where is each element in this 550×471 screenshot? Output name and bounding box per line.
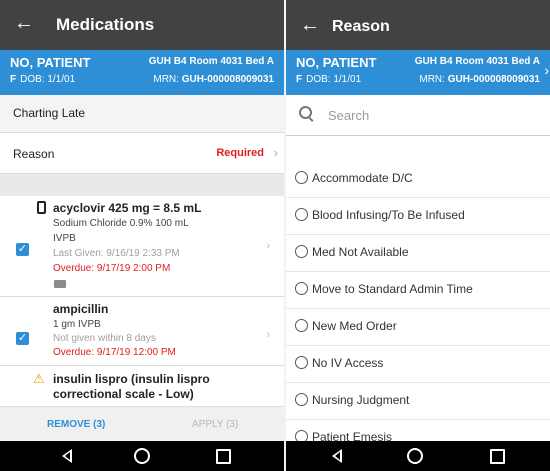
checkbox-checked-icon[interactable]: ✓	[16, 332, 29, 345]
med-overdue: Overdue: 9/17/19 12:00 PM	[53, 347, 176, 358]
patient-dob: F DOB: 1/1/01	[10, 74, 75, 85]
chevron-right-icon: ›	[266, 240, 270, 252]
mrn-value: GUH-000008009031	[181, 74, 274, 85]
action-bar: REMOVE (3) APPLY (3)	[0, 406, 284, 442]
radio-icon[interactable]	[295, 282, 308, 295]
med-name-cont: correctional scale - Low)	[53, 387, 194, 401]
reason-option[interactable]: No IV Access	[286, 346, 550, 383]
radio-icon[interactable]	[295, 356, 308, 369]
radio-icon[interactable]	[295, 245, 308, 258]
section-divider	[0, 174, 284, 196]
radio-icon[interactable]	[295, 319, 308, 332]
med-dose: 1 gm IVPB	[53, 319, 101, 330]
patient-name: NO, PATIENT	[10, 55, 91, 70]
page-title: Reason	[332, 18, 390, 35]
patient-sex: F	[10, 74, 17, 85]
patient-room: GUH B4 Room 4031 Bed A	[148, 56, 274, 67]
chevron-right-icon: ›	[266, 329, 270, 341]
reason-option[interactable]: Nursing Judgment	[286, 383, 550, 420]
med-detail: Sodium Chloride 0.9% 100 mL	[53, 218, 189, 229]
system-nav-bar	[286, 441, 550, 471]
search-input[interactable]	[326, 103, 530, 127]
patient-name: NO, PATIENT	[296, 55, 377, 70]
page-title: Medications	[56, 15, 155, 34]
mrn-label: MRN:	[419, 74, 445, 85]
nav-home-icon[interactable]	[134, 448, 150, 464]
med-last-given: Not given within 8 days	[53, 333, 156, 344]
reason-option[interactable]: Med Not Available	[286, 235, 550, 272]
mrn-label: MRN:	[153, 74, 179, 85]
patient-banner[interactable]: NO, PATIENT F DOB: 1/1/01 GUH B4 Room 403…	[0, 50, 284, 95]
search-bar	[286, 95, 550, 136]
radio-icon[interactable]	[295, 208, 308, 221]
search-icon	[299, 106, 312, 119]
back-arrow-icon[interactable]: ←	[300, 15, 320, 35]
system-nav-bar	[0, 441, 284, 471]
reason-option[interactable]: Move to Standard Admin Time	[286, 272, 550, 309]
checkbox-checked-icon[interactable]: ✓	[16, 243, 29, 256]
med-name: acyclovir 425 mg = 8.5 mL	[53, 201, 202, 215]
nav-back-icon[interactable]	[62, 449, 72, 463]
patient-mrn: MRN: GUH-000008009031	[153, 74, 274, 85]
required-badge: Required	[216, 147, 264, 159]
med-last-given: Last Given: 9/16/19 2:33 PM	[53, 248, 180, 259]
patient-dob: F DOB: 1/1/01	[296, 74, 361, 85]
warning-icon: ⚠	[33, 371, 45, 386]
comment-icon[interactable]	[54, 280, 66, 288]
nav-back-icon[interactable]	[332, 449, 342, 463]
med-name: ampicillin	[53, 302, 109, 316]
reason-option-label: Med Not Available	[312, 245, 409, 259]
reason-option-label: No IV Access	[312, 356, 384, 370]
patient-dob-value: DOB: 1/1/01	[20, 74, 76, 85]
med-item-insulin[interactable]: ⚠ insulin lispro (insulin lispro correct…	[0, 366, 284, 406]
charting-late-row: Charting Late	[0, 95, 284, 133]
reason-option[interactable]: New Med Order	[286, 309, 550, 346]
charting-late-label: Charting Late	[13, 106, 86, 120]
reason-option-label: Nursing Judgment	[312, 393, 410, 407]
medications-screen: ← Medications NO, PATIENT F DOB: 1/1/01 G…	[0, 0, 284, 471]
reason-option-label: Blood Infusing/To Be Infused	[312, 208, 465, 222]
reason-option-label: Accommodate D/C	[312, 171, 413, 185]
app-bar: ← Reason	[286, 0, 550, 50]
radio-icon[interactable]	[295, 393, 308, 406]
med-name: insulin lispro (insulin lispro	[53, 372, 210, 386]
nav-recent-icon[interactable]	[216, 449, 231, 464]
reason-option-label: Move to Standard Admin Time	[312, 282, 473, 296]
patient-dob-value: DOB: 1/1/01	[306, 74, 362, 85]
apply-button[interactable]: APPLY (3)	[192, 419, 238, 430]
patient-mrn: MRN: GUH-000008009031	[419, 74, 540, 85]
remove-button[interactable]: REMOVE (3)	[47, 419, 105, 430]
patient-room: GUH B4 Room 4031 Bed A	[414, 56, 540, 67]
reason-option[interactable]: Accommodate D/C	[286, 161, 550, 198]
med-route: IVPB	[53, 233, 76, 244]
reason-option[interactable]: Blood Infusing/To Be Infused	[286, 198, 550, 235]
app-bar: ← Medications	[0, 0, 284, 50]
reason-option-label: New Med Order	[312, 319, 397, 333]
med-overdue: Overdue: 9/17/19 2:00 PM	[53, 263, 171, 274]
patient-sex: F	[296, 74, 303, 85]
med-item-ampicillin[interactable]: ✓ › ampicillin 1 gm IVPB Not given withi…	[0, 297, 284, 366]
reason-label: Reason	[13, 147, 55, 161]
chevron-right-icon: ›	[273, 145, 278, 160]
nav-recent-icon[interactable]	[490, 449, 505, 464]
nav-home-icon[interactable]	[407, 448, 423, 464]
reason-row[interactable]: Reason Required ›	[0, 133, 284, 174]
patient-banner[interactable]: NO, PATIENT F DOB: 1/1/01 GUH B4 Room 403…	[286, 50, 550, 95]
phone-icon	[37, 201, 46, 214]
mrn-value: GUH-000008009031	[447, 74, 540, 85]
back-arrow-icon[interactable]: ←	[14, 13, 34, 33]
radio-icon[interactable]	[295, 171, 308, 184]
chevron-right-icon: ›	[544, 62, 549, 78]
reason-screen: ← Reason NO, PATIENT F DOB: 1/1/01 GUH B4…	[286, 0, 550, 471]
